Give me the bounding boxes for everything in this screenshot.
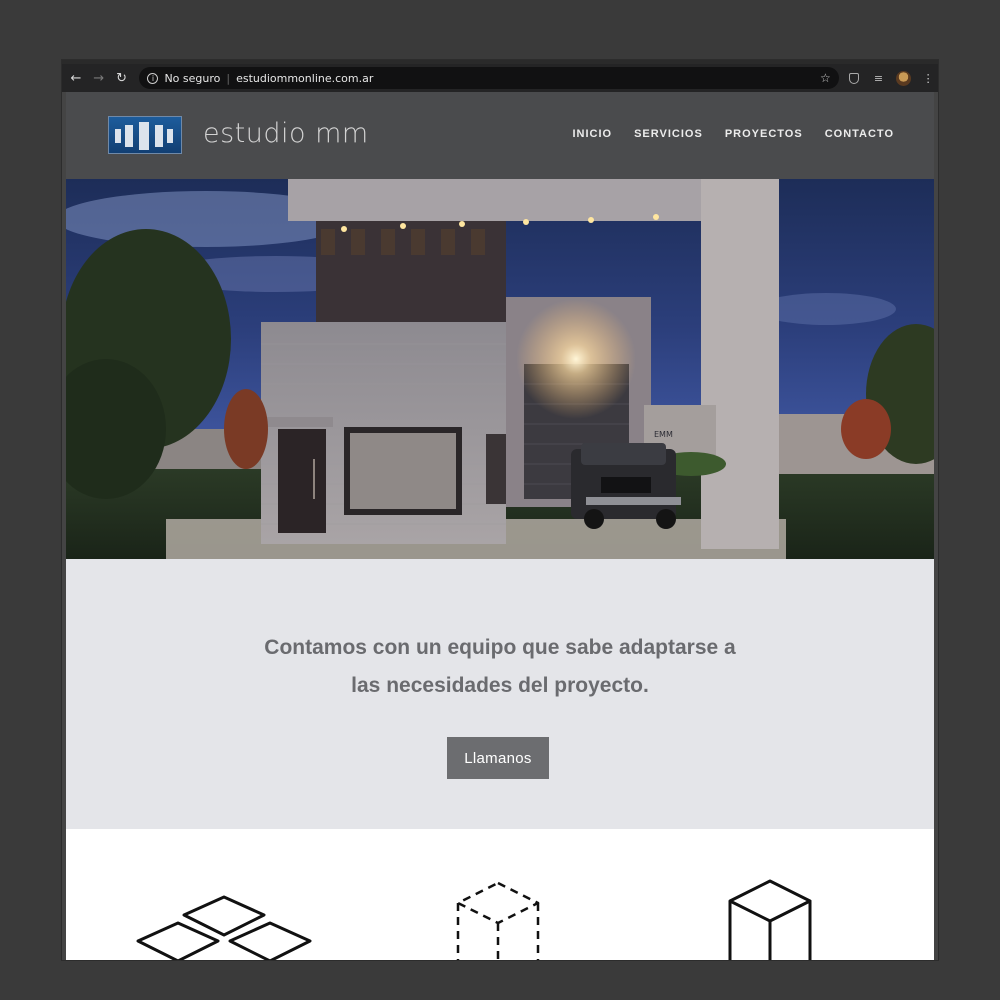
house-rendering: EMM [66,179,934,559]
forward-icon[interactable]: → [89,68,109,88]
tree-right [841,324,934,464]
browser-toolbar: ← → ↻ i No seguro | estudiommonline.com.… [62,64,938,92]
dashed-cube-icon [456,881,540,960]
nav-contacto[interactable]: CONTACTO [825,128,894,140]
solid-cube-icon [728,879,812,960]
cta-section: Contamos con un equipo que sabe adaptars… [66,559,934,829]
more-menu-icon[interactable]: ⋮ [918,68,938,88]
tiles-icon [136,895,312,960]
cta-line-1: Contamos con un equipo que sabe adaptars… [264,636,736,659]
browser-window: ← → ↻ i No seguro | estudiommonline.com.… [62,60,938,960]
brand-name[interactable]: estudio mm [203,118,369,149]
website-viewport: estudio mm INICIO SERVICIOS PROYECTOS CO… [66,92,934,960]
extension-shield-icon[interactable] [844,68,864,88]
nav-servicios[interactable]: SERVICIOS [634,128,703,140]
services-section [66,829,934,960]
site-header: estudio mm INICIO SERVICIOS PROYECTOS CO… [66,92,934,179]
call-button[interactable]: Llamanos [447,737,549,779]
info-icon[interactable]: i [147,72,159,84]
playlist-icon[interactable]: ≡ [869,68,889,88]
address-bar[interactable]: i No seguro | estudiommonline.com.ar ☆ [139,67,839,89]
pickup-truck [571,443,681,529]
url-text[interactable]: estudiommonline.com.ar [236,72,373,85]
nav-inicio[interactable]: INICIO [572,128,612,140]
main-nav: INICIO SERVICIOS PROYECTOS CONTACTO [572,128,894,140]
reload-icon[interactable]: ↻ [112,68,132,88]
back-icon[interactable]: ← [66,68,86,88]
address-separator: | [226,71,231,85]
profile-avatar[interactable] [893,68,913,88]
cta-line-2: las necesidades del proyecto. [351,674,649,697]
cta-text: Contamos con un equipo que sabe adaptars… [66,629,934,705]
star-icon[interactable]: ☆ [820,71,831,85]
nav-proyectos[interactable]: PROYECTOS [725,128,803,140]
sign-text: EMM [654,430,673,439]
hero-image: EMM [66,179,934,559]
security-label: No seguro [164,71,221,85]
logo-icon[interactable] [108,116,182,154]
